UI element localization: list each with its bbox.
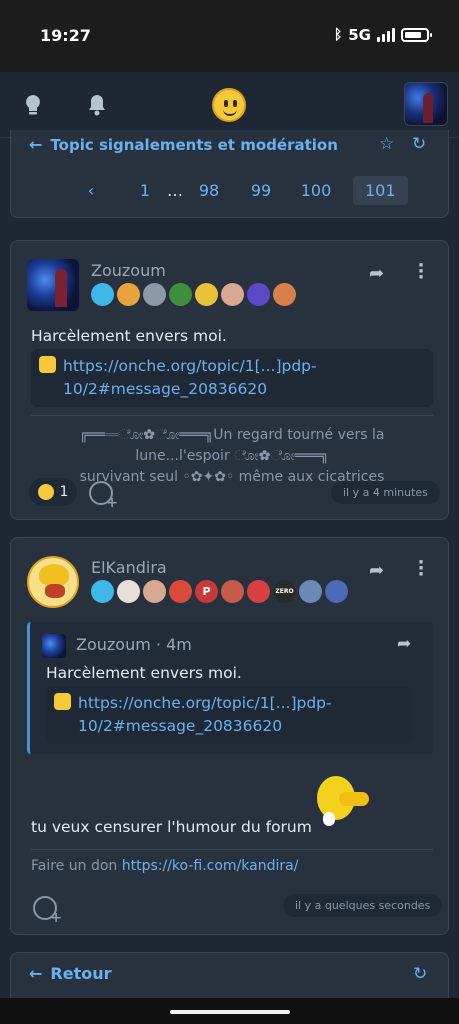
quote-link[interactable]: https://onche.org/topic/1[...]pdp-10/2#m… xyxy=(78,694,332,735)
user-badge-icon[interactable] xyxy=(325,580,348,603)
user-badge-icon[interactable] xyxy=(195,283,218,306)
page-1[interactable]: 1 xyxy=(123,181,167,200)
share-icon[interactable]: ➦ xyxy=(397,634,411,654)
topic-header-card: ← Topic signalements et modération ☆ ↻ ‹… xyxy=(10,130,449,218)
laughing-emoji-icon xyxy=(37,484,54,500)
user-badge-icon[interactable] xyxy=(247,283,270,306)
author-badges xyxy=(91,283,296,306)
share-icon[interactable]: ➦ xyxy=(369,263,384,284)
post-card: ElKandira P ZERO ➦ · · · Zouzoum · 4m ➦ Har… xyxy=(10,537,449,935)
site-logo-smiley[interactable] xyxy=(212,88,246,122)
quote-text: Harcèlement envers moi. xyxy=(46,664,242,682)
reaction-chip[interactable]: 1 xyxy=(29,478,77,506)
sticker-image xyxy=(309,772,371,834)
user-badge-icon[interactable] xyxy=(91,580,114,603)
back-button[interactable]: ← Retour xyxy=(29,964,112,983)
topic-title-link[interactable]: ← Topic signalements et modération xyxy=(29,135,338,154)
user-badge-icon[interactable] xyxy=(91,283,114,306)
post-card: Zouzoum ➦ · · · Harcèlement envers moi. ht… xyxy=(10,240,449,520)
donation-line: Faire un don https://ko-fi.com/kandira/ xyxy=(31,858,298,874)
user-badge-icon[interactable] xyxy=(117,283,140,306)
more-vertical-icon[interactable]: · · · xyxy=(416,257,426,287)
page-100[interactable]: 100 xyxy=(287,181,345,200)
post-link[interactable]: https://onche.org/topic/1[...]pdp-10/2#m… xyxy=(63,357,317,398)
quote-author: Zouzoum · 4m xyxy=(76,635,192,654)
add-reaction-icon[interactable] xyxy=(89,481,118,511)
quote-author-name: Zouzoum xyxy=(76,635,151,654)
signature-divider xyxy=(31,415,433,416)
post-author-name[interactable]: ElKandira xyxy=(91,558,167,577)
quote-author-avatar xyxy=(42,634,66,658)
back-label: Retour xyxy=(50,964,112,983)
link-emoji-icon xyxy=(54,693,71,710)
user-badge-icon[interactable] xyxy=(169,580,192,603)
status-time: 19:27 xyxy=(40,26,91,45)
page-99[interactable]: 99 xyxy=(235,181,287,200)
topic-title: Topic signalements et modération xyxy=(50,135,338,154)
more-vertical-icon[interactable]: · · · xyxy=(416,554,426,584)
donation-link[interactable]: https://ko-fi.com/kandira/ xyxy=(122,858,299,874)
battery-icon xyxy=(401,28,432,42)
user-badge-icon[interactable]: P xyxy=(195,580,218,603)
post-text: tu veux censurer l'humour du forum xyxy=(31,818,312,836)
donation-label: Faire un don xyxy=(31,858,118,874)
user-badge-icon[interactable] xyxy=(143,580,166,603)
page-current[interactable]: 101 xyxy=(353,176,408,205)
refresh-icon[interactable]: ↻ xyxy=(412,134,426,154)
pagination: ‹ 1 … 98 99 100 101 xyxy=(81,176,408,205)
back-arrow-icon: ← xyxy=(29,135,43,154)
post-author-avatar[interactable] xyxy=(27,259,79,311)
page-98[interactable]: 98 xyxy=(183,181,235,200)
refresh-icon[interactable]: ↻ xyxy=(413,964,427,984)
system-nav-bar xyxy=(0,998,459,1024)
user-badge-icon[interactable] xyxy=(221,283,244,306)
bell-icon[interactable] xyxy=(84,92,110,118)
user-badge-icon[interactable] xyxy=(299,580,322,603)
bottom-bar: ← Retour ↻ xyxy=(10,952,449,998)
user-badge-icon[interactable] xyxy=(143,283,166,306)
status-icons: ᛒ 5G xyxy=(333,26,432,44)
post-link-box[interactable]: https://onche.org/topic/1[...]pdp-10/2#m… xyxy=(31,349,433,407)
user-badge-icon[interactable] xyxy=(273,283,296,306)
user-badge-icon[interactable] xyxy=(117,580,140,603)
link-emoji-icon xyxy=(39,356,56,373)
back-arrow-icon: ← xyxy=(29,964,43,983)
post-author-name[interactable]: Zouzoum xyxy=(91,261,166,280)
signature-line: ╔═══ೋ✿ೋ═══╗Un regard tourné vers la lune… xyxy=(79,427,385,464)
user-badge-icon[interactable]: ZERO xyxy=(273,580,296,603)
star-icon[interactable]: ☆ xyxy=(379,134,394,154)
user-badge-icon[interactable] xyxy=(221,580,244,603)
status-bar: 19:27 ᛒ 5G xyxy=(0,0,459,72)
reaction-count: 1 xyxy=(59,484,69,500)
post-time: il y a 4 minutes xyxy=(331,481,440,504)
prev-page-button[interactable]: ‹ xyxy=(81,181,101,200)
signal-icon xyxy=(377,28,395,42)
post-signature: ╔═══ೋ✿ೋ═══╗Un regard tourné vers la lune… xyxy=(31,425,433,488)
add-reaction-icon[interactable] xyxy=(33,896,62,926)
author-badges: P ZERO xyxy=(91,580,348,603)
quote-link-box[interactable]: https://onche.org/topic/1[...]pdp-10/2#m… xyxy=(46,686,412,744)
network-label: 5G xyxy=(348,26,371,44)
home-indicator[interactable] xyxy=(170,1010,290,1014)
post-author-avatar[interactable] xyxy=(27,556,79,608)
post-text: Harcèlement envers moi. xyxy=(31,327,227,345)
user-avatar[interactable] xyxy=(404,82,448,126)
user-badge-icon[interactable] xyxy=(169,283,192,306)
post-time: il y a quelques secondes xyxy=(283,894,443,917)
share-icon[interactable]: ➦ xyxy=(369,560,384,581)
lightbulb-icon[interactable] xyxy=(20,92,46,118)
signature-divider xyxy=(31,849,433,850)
bluetooth-icon: ᛒ xyxy=(333,27,343,43)
quote-time: · 4m xyxy=(155,635,192,654)
quoted-message: Zouzoum · 4m ➦ Harcèlement envers moi. h… xyxy=(27,622,433,754)
page-ellipsis: … xyxy=(167,181,183,200)
user-badge-icon[interactable] xyxy=(247,580,270,603)
